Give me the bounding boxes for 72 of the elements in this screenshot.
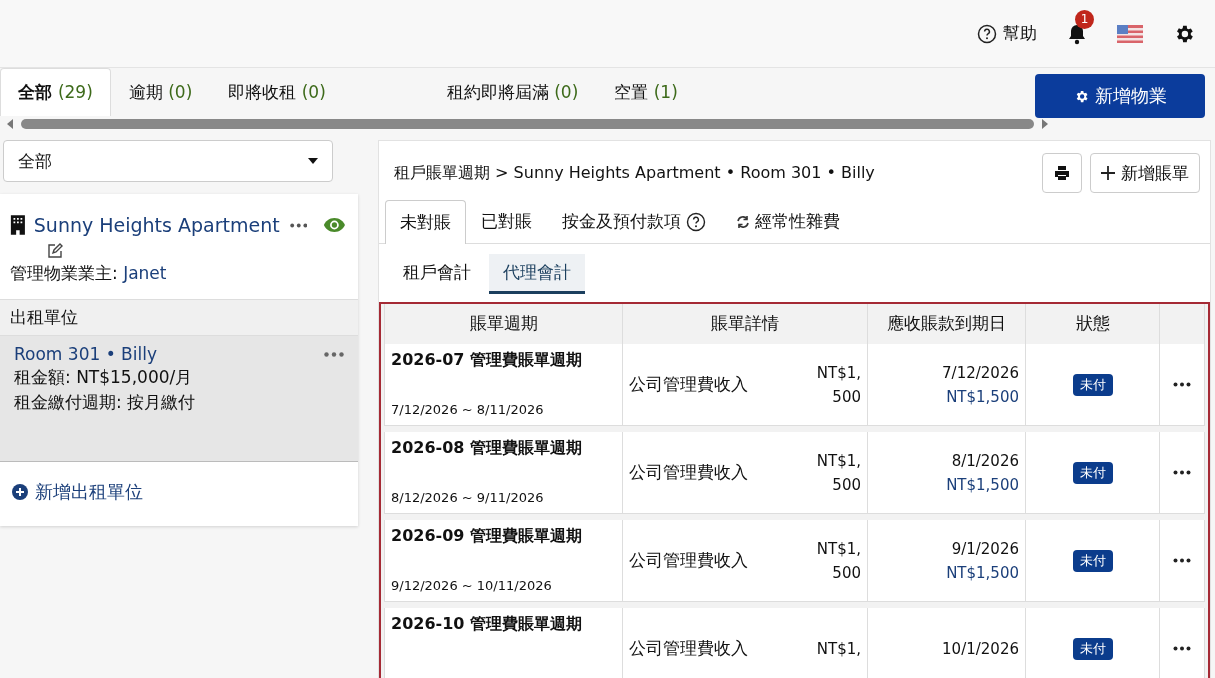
flag-icon[interactable] <box>1117 24 1143 43</box>
help-icon <box>686 211 706 232</box>
bill-tab[interactable]: 經常性雜費 <box>721 199 855 243</box>
more-icon[interactable] <box>289 222 308 228</box>
due-date: 10/1/2026 <box>942 638 1019 660</box>
scroll-left-icon[interactable] <box>5 118 15 130</box>
more-icon[interactable] <box>1173 646 1191 651</box>
add-bill-button[interactable]: 新增賬單 <box>1090 153 1200 193</box>
bill-detail: 公司管理費收入 <box>629 461 748 484</box>
due-date: 8/1/2026 <box>951 450 1019 472</box>
bill-amount: NT$1, <box>816 362 861 384</box>
bill-detail: 公司管理費收入 <box>629 549 748 572</box>
due-date: 7/12/2026 <box>942 362 1019 384</box>
date-range: 7/12/2026 ~ 8/11/2026 <box>391 402 545 417</box>
bill-amount: 500 <box>832 386 861 408</box>
filter-dropdown[interactable]: 全部 <box>3 140 333 182</box>
notification-bell-icon[interactable] <box>1067 22 1087 45</box>
print-icon <box>1054 165 1070 181</box>
bill-amount: 500 <box>832 562 861 584</box>
add-unit-link[interactable]: 新增出租單位 <box>0 462 155 526</box>
property-tab[interactable]: 全部 (29) <box>0 68 111 116</box>
more-icon[interactable] <box>1173 558 1191 563</box>
accounting-tab[interactable]: 代理會計 <box>489 254 585 294</box>
print-button[interactable] <box>1042 153 1082 193</box>
date-range: 9/12/2026 ~ 10/11/2026 <box>391 578 553 593</box>
eye-icon[interactable] <box>323 216 346 234</box>
bill-period: 2026-10 管理費賬單週期 <box>391 614 583 635</box>
status-badge: 未付 <box>1072 637 1113 660</box>
status-badge: 未付 <box>1072 373 1113 396</box>
bill-amount: 500 <box>832 474 861 496</box>
bill-tab[interactable]: 按金及預付款項 <box>547 199 721 243</box>
help-button[interactable]: 幫助 <box>977 22 1037 45</box>
refresh-icon <box>736 214 750 229</box>
scroll-right-icon[interactable] <box>1040 118 1050 130</box>
caret-icon <box>308 158 318 164</box>
edit-icon[interactable] <box>46 242 64 260</box>
due-amount: NT$1,500 <box>946 386 1019 408</box>
status-badge: 未付 <box>1072 549 1113 572</box>
scrollbar-thumb[interactable] <box>21 119 1034 129</box>
notification-count: 1 <box>1075 9 1094 29</box>
bill-amount: NT$1, <box>816 638 861 660</box>
bill-tab[interactable]: 未對賬 <box>385 200 466 244</box>
bill-detail: 公司管理費收入 <box>629 373 748 396</box>
status-badge: 未付 <box>1072 461 1113 484</box>
bill-amount: NT$1, <box>816 450 861 472</box>
property-tab[interactable]: 即將收租 (0) <box>210 68 344 116</box>
bill-detail: 公司管理費收入 <box>629 637 748 660</box>
bill-tab[interactable]: 已對賬 <box>466 199 547 243</box>
date-range: 8/12/2026 ~ 9/11/2026 <box>391 490 545 505</box>
add-property-button[interactable]: 新增物業 <box>1035 74 1205 118</box>
more-icon[interactable] <box>1173 382 1191 387</box>
owner-text: 管理物業業主: Janet <box>9 262 168 285</box>
bill-amount: NT$1, <box>816 538 861 560</box>
plus-circle-icon <box>12 484 28 500</box>
bill-period: 2026-09 管理費賬單週期 <box>391 526 583 547</box>
help-icon <box>977 23 997 44</box>
property-tab[interactable]: 空置 (1) <box>596 68 696 116</box>
bill-period: 2026-07 管理費賬單週期 <box>391 350 583 371</box>
accounting-tab[interactable]: 租戶會計 <box>389 254 485 294</box>
property-name-link[interactable]: Sunny Heights Apartment <box>33 214 280 236</box>
unit-item[interactable]: Room 301 • Billy 租金額: NT$15,000/月 租金繳付週期: 按月繳付 <box>0 336 358 462</box>
more-icon[interactable] <box>1173 470 1191 475</box>
property-tab[interactable]: 租約即將屆滿 (0) <box>428 68 597 116</box>
bill-period: 2026-08 管理費賬單週期 <box>391 438 583 459</box>
units-heading: 出租單位 <box>0 299 358 336</box>
building-icon <box>10 214 26 236</box>
due-date: 9/1/2026 <box>951 538 1019 560</box>
due-amount: NT$1,500 <box>946 474 1019 496</box>
plus-icon <box>1101 166 1115 180</box>
property-tab[interactable]: 逾期 (0) <box>110 68 211 116</box>
breadcrumb: 租戶賬單週期 > Sunny Heights Apartment • Room 301 • Billy <box>394 162 876 184</box>
due-amount: NT$1,500 <box>946 562 1019 584</box>
